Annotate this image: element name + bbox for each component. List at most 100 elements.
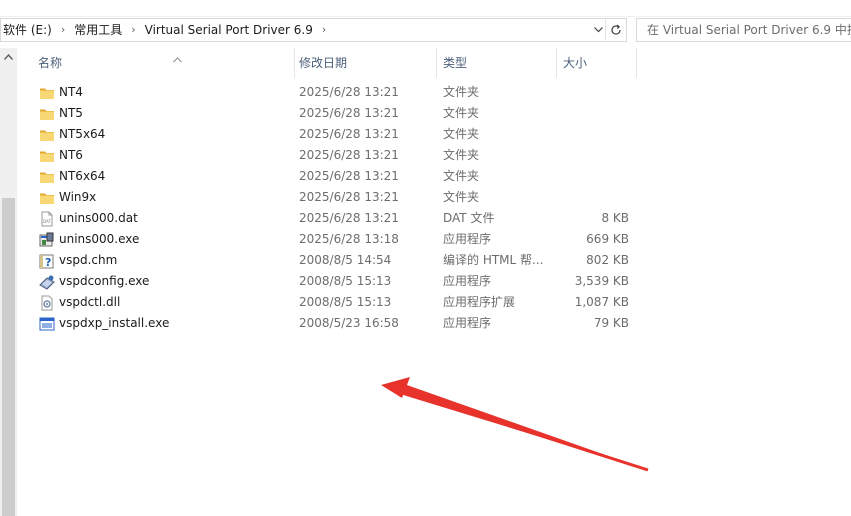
folder-icon <box>39 85 55 101</box>
file-name-cell[interactable]: vspdxp_install.exe <box>39 313 284 334</box>
file-row[interactable]: vspdxp_install.exe 2008/5/23 16:58 应用程序 79 … <box>17 313 637 334</box>
chevron-right-icon[interactable]: › <box>315 19 333 41</box>
folder-icon <box>39 190 55 206</box>
file-name: NT5x64 <box>59 127 106 141</box>
file-size: 79 KB <box>593 316 629 330</box>
file-date: 2025/6/28 13:21 <box>299 169 399 183</box>
file-name-cell[interactable]: NT6x64 <box>39 166 284 187</box>
file-row[interactable]: vspdconfig.exe 2008/8/5 15:13 应用程序 3,539 KB <box>17 271 637 292</box>
file-date: 2025/6/28 13:21 <box>299 211 399 225</box>
folder-icon <box>39 106 55 122</box>
file-size: 802 KB <box>586 253 629 267</box>
file-name: NT4 <box>59 85 83 99</box>
file-row[interactable]: unins000.exe 2025/6/28 13:18 应用程序 669 KB <box>17 229 637 250</box>
search-box[interactable] <box>636 18 851 42</box>
refresh-icon[interactable] <box>605 19 626 41</box>
file-date: 2025/6/28 13:21 <box>299 148 399 162</box>
file-name: vspdconfig.exe <box>59 274 150 288</box>
file-type: 应用程序 <box>443 316 492 330</box>
installer-window-icon <box>39 316 55 332</box>
scroll-up-arrow-icon[interactable] <box>0 48 17 65</box>
file-type: 文件夹 <box>443 190 480 204</box>
search-input[interactable] <box>647 23 851 37</box>
file-row[interactable]: DAT unins000.dat 2025/6/28 13:21 DAT 文件 8 KB <box>17 208 637 229</box>
chm-help-icon: ? <box>39 253 55 269</box>
dat-file-icon: DAT <box>39 211 55 227</box>
breadcrumb-drive[interactable]: 软件 (E:) <box>1 19 54 41</box>
file-type: 应用程序 <box>443 274 492 288</box>
file-type: 文件夹 <box>443 85 480 99</box>
config-exe-icon <box>39 274 55 290</box>
file-date: 2025/6/28 13:21 <box>299 106 399 120</box>
column-header-size[interactable]: 大小 <box>558 48 636 78</box>
breadcrumb-tools-folder[interactable]: 常用工具 <box>72 19 124 41</box>
file-name-cell[interactable]: DAT unins000.dat <box>39 208 284 229</box>
file-name-cell[interactable]: vspdctl.dll <box>39 292 284 313</box>
file-row[interactable]: Win9x 2025/6/28 13:21 文件夹 <box>17 187 637 208</box>
file-row[interactable]: NT5 2025/6/28 13:21 文件夹 <box>17 103 637 124</box>
file-name-cell[interactable]: NT6 <box>39 145 284 166</box>
column-header-name[interactable]: 名称 <box>33 48 293 78</box>
file-name: vspd.chm <box>59 253 118 267</box>
file-row[interactable]: NT5x64 2025/6/28 13:21 文件夹 <box>17 124 637 145</box>
column-header-date-label: 修改日期 <box>299 56 348 70</box>
file-row[interactable]: ? vspd.chm 2008/8/5 14:54 编译的 HTML 帮... 802 … <box>17 250 637 271</box>
file-name: NT5 <box>59 106 83 120</box>
address-bar[interactable]: 软件 (E:) › 常用工具 › Virtual Serial Port Dri… <box>0 18 627 42</box>
file-date: 2008/8/5 14:54 <box>299 253 392 267</box>
breadcrumb-current-folder[interactable]: Virtual Serial Port Driver 6.9 <box>143 19 315 41</box>
file-size <box>557 82 629 103</box>
file-date: 2025/6/28 13:21 <box>299 85 399 99</box>
file-size <box>557 124 629 145</box>
file-name-cell[interactable]: unins000.exe <box>39 229 284 250</box>
chevron-right-icon[interactable]: › <box>54 19 72 41</box>
column-header-size-label: 大小 <box>563 56 588 70</box>
file-date: 2008/5/23 16:58 <box>299 316 399 330</box>
column-header-name-label: 名称 <box>38 56 63 70</box>
file-name-cell[interactable]: ? vspd.chm <box>39 250 284 271</box>
explorer-window: 软件 (E:) › 常用工具 › Virtual Serial Port Dri… <box>0 0 851 516</box>
column-header-type-label: 类型 <box>443 56 468 70</box>
folder-icon <box>39 148 55 164</box>
file-size: 3,539 KB <box>574 274 629 288</box>
column-header-row: 名称 修改日期 类型 大小 <box>17 48 851 78</box>
sort-ascending-icon <box>173 46 182 76</box>
file-name-cell[interactable]: vspdconfig.exe <box>39 271 284 292</box>
folder-icon <box>39 169 55 185</box>
file-list: NT4 2025/6/28 13:21 文件夹 NT5 2025/6/28 13:21 文… <box>17 82 851 334</box>
file-size <box>557 103 629 124</box>
column-divider[interactable] <box>556 48 557 78</box>
svg-text:?: ? <box>45 256 51 269</box>
file-name-cell[interactable]: NT5 <box>39 103 284 124</box>
file-name-cell[interactable]: NT4 <box>39 82 284 103</box>
file-row[interactable]: NT6x64 2025/6/28 13:21 文件夹 <box>17 166 637 187</box>
file-date: 2025/6/28 13:18 <box>299 232 399 246</box>
column-header-date[interactable]: 修改日期 <box>294 48 436 78</box>
file-date: 2008/8/5 15:13 <box>299 274 392 288</box>
installer-exe-icon <box>39 232 55 248</box>
file-type: 文件夹 <box>443 127 480 141</box>
chevron-down-icon[interactable] <box>590 19 606 41</box>
file-row[interactable]: vspdctl.dll 2008/8/5 15:13 应用程序扩展 1,087 KB <box>17 292 637 313</box>
file-date: 2025/6/28 13:21 <box>299 190 399 204</box>
file-name: unins000.dat <box>59 211 138 225</box>
file-type: 文件夹 <box>443 106 480 120</box>
file-name-cell[interactable]: Win9x <box>39 187 284 208</box>
column-divider[interactable] <box>636 48 637 78</box>
column-divider[interactable] <box>436 48 437 78</box>
file-row[interactable]: NT6 2025/6/28 13:21 文件夹 <box>17 145 637 166</box>
toolbar-strip <box>0 0 851 17</box>
file-size: 1,087 KB <box>574 295 629 309</box>
file-type: DAT 文件 <box>443 211 495 225</box>
navigation-scrollbar[interactable] <box>0 48 17 516</box>
file-name: NT6 <box>59 148 83 162</box>
svg-text:DAT: DAT <box>43 219 51 224</box>
file-row[interactable]: NT4 2025/6/28 13:21 文件夹 <box>17 82 637 103</box>
file-size: 669 KB <box>586 232 629 246</box>
file-type: 应用程序扩展 <box>443 295 516 309</box>
file-name-cell[interactable]: NT5x64 <box>39 124 284 145</box>
column-header-type[interactable]: 类型 <box>438 48 556 78</box>
scrollbar-thumb[interactable] <box>2 198 15 516</box>
chevron-right-icon[interactable]: › <box>124 19 142 41</box>
file-type: 编译的 HTML 帮... <box>443 253 544 267</box>
